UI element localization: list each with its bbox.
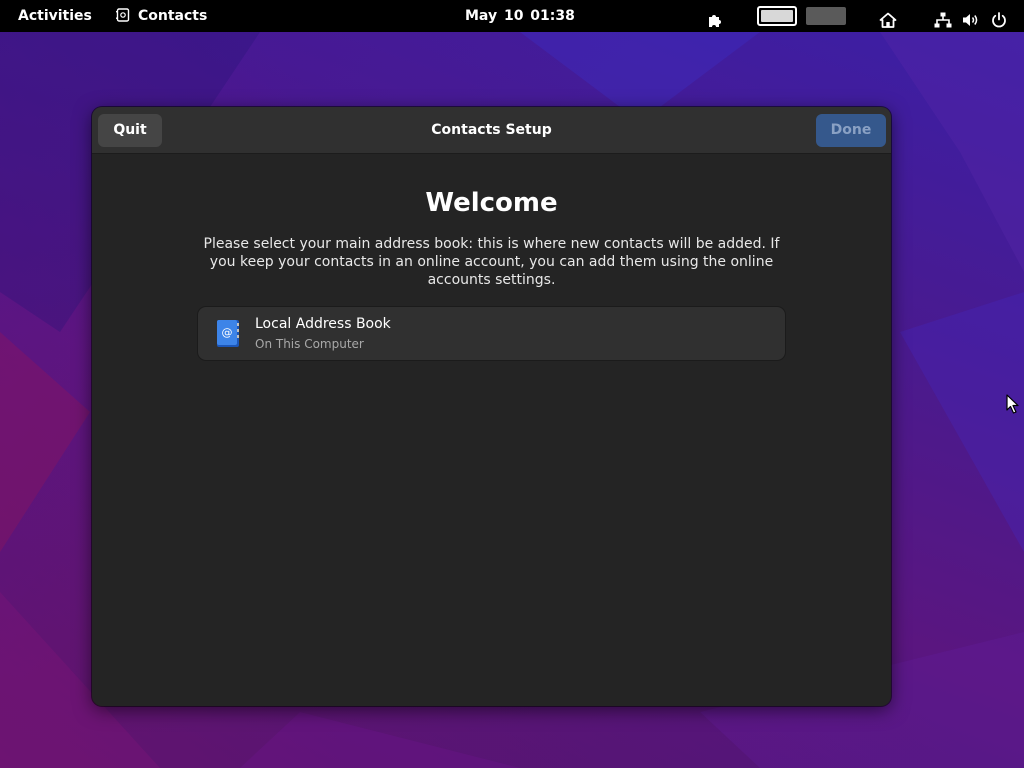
activities-button[interactable]: Activities — [18, 0, 92, 32]
dialog-title: Contacts Setup — [431, 122, 552, 138]
workspace-1-thumbnail[interactable] — [757, 6, 797, 26]
app-menu-label: Contacts — [138, 8, 208, 24]
clock[interactable]: May 10 01:38 — [465, 0, 575, 32]
app-menu-button[interactable]: Contacts — [116, 0, 207, 32]
mouse-cursor-icon — [1006, 394, 1020, 414]
address-book-row-local[interactable]: @ Local Address Book On This Computer — [198, 307, 785, 360]
address-book-icon: @ — [215, 319, 241, 349]
welcome-heading: Welcome — [425, 188, 558, 218]
volume-icon[interactable] — [962, 8, 980, 26]
headerbar: Quit Contacts Setup Done — [92, 107, 891, 154]
power-icon[interactable] — [990, 8, 1008, 28]
extensions-icon[interactable] — [706, 8, 724, 27]
welcome-description: Please select your main address book: th… — [203, 236, 780, 288]
svg-text:@: @ — [222, 326, 233, 339]
home-icon[interactable] — [879, 8, 897, 28]
workspace-2-thumbnail[interactable] — [806, 7, 846, 25]
contacts-app-icon — [116, 2, 130, 22]
contacts-setup-dialog: Quit Contacts Setup Done Welcome Please … — [92, 107, 891, 706]
network-icon[interactable] — [934, 8, 952, 28]
address-book-name: Local Address Book — [255, 316, 391, 332]
address-book-location: On This Computer — [255, 337, 364, 351]
done-button[interactable]: Done — [816, 114, 886, 147]
top-bar: Activities Contacts May 10 01:38 — [0, 0, 1024, 32]
